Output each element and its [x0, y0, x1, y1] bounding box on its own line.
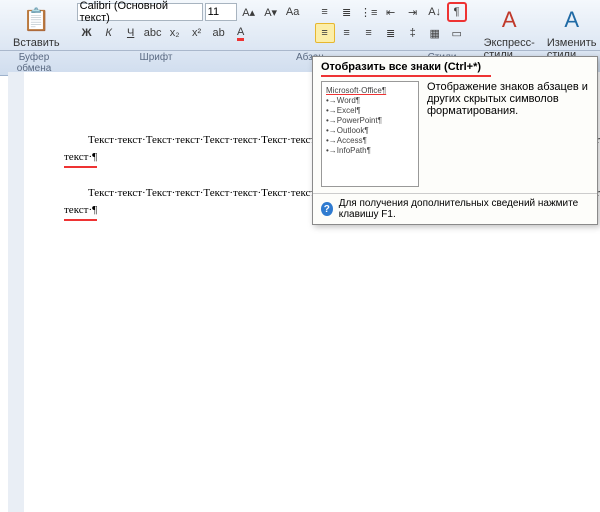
- group-label-clipboard: Буфер обмена: [4, 52, 64, 74]
- line-spacing-icon[interactable]: ‡: [403, 23, 423, 43]
- quick-styles-icon: A: [493, 4, 525, 36]
- grow-font-icon[interactable]: A▴: [239, 2, 259, 22]
- group-clipboard: 📋 Вставить: [4, 2, 69, 51]
- info-icon: ?: [321, 202, 333, 216]
- group-font: Calibri (Основной текст) 11 A▴ A▾ Aa Ж К…: [73, 2, 307, 43]
- clear-format-icon[interactable]: Aa: [283, 2, 303, 22]
- align-center-icon[interactable]: ≡: [337, 23, 357, 43]
- group-styles: A Экспресс-стили A Изменить стили: [475, 2, 600, 63]
- highlight-icon[interactable]: ab: [209, 23, 229, 43]
- paste-label: Вставить: [13, 37, 60, 49]
- group-label-font: Шрифт: [64, 52, 248, 74]
- bullets-icon[interactable]: ≡: [315, 2, 335, 22]
- align-left-icon[interactable]: ≡: [315, 23, 335, 43]
- tooltip-thumbnail: Microsoft·Office¶•→Word¶•→Excel¶•→PowerP…: [321, 81, 419, 187]
- font-name-combo[interactable]: Calibri (Основной текст): [77, 3, 203, 21]
- change-styles-icon: A: [556, 4, 588, 36]
- justify-icon[interactable]: ≣: [381, 23, 401, 43]
- borders-icon[interactable]: ▭: [447, 23, 467, 43]
- tooltip-description: Отображение знаков абзацев и других скры…: [427, 81, 589, 187]
- tooltip-underline: [321, 75, 491, 77]
- shading-icon[interactable]: ▦: [425, 23, 445, 43]
- strike-icon[interactable]: abc: [143, 23, 163, 43]
- font-size-combo[interactable]: 11: [205, 3, 237, 21]
- tooltip-footer: Для получения дополнительных сведений на…: [339, 198, 589, 220]
- italic-icon[interactable]: К: [99, 23, 119, 43]
- change-styles-button[interactable]: A Изменить стили: [542, 2, 600, 63]
- shrink-font-icon[interactable]: A▾: [261, 2, 281, 22]
- paste-icon: 📋: [20, 4, 52, 36]
- indent-dec-icon[interactable]: ⇤: [381, 2, 401, 22]
- tooltip-show-all-marks: Отобразить все знаки (Ctrl+*) Microsoft·…: [312, 56, 598, 225]
- paste-button[interactable]: 📋 Вставить: [8, 2, 65, 51]
- bold-icon[interactable]: Ж: [77, 23, 97, 43]
- indent-inc-icon[interactable]: ⇥: [403, 2, 423, 22]
- align-right-icon[interactable]: ≡: [359, 23, 379, 43]
- tooltip-title: Отобразить все знаки (Ctrl+*): [313, 57, 597, 75]
- numbering-icon[interactable]: ≣: [337, 2, 357, 22]
- show-paragraph-marks-button[interactable]: ¶: [447, 2, 467, 22]
- multilevel-icon[interactable]: ⋮≡: [359, 2, 379, 22]
- superscript-icon[interactable]: x²: [187, 23, 207, 43]
- vertical-ruler[interactable]: [8, 72, 25, 512]
- font-color-icon[interactable]: A: [231, 23, 251, 43]
- sort-icon[interactable]: A↓: [425, 2, 445, 22]
- quick-styles-button[interactable]: A Экспресс-стили: [479, 2, 540, 63]
- subscript-icon[interactable]: x₂: [165, 23, 185, 43]
- underline-icon[interactable]: Ч: [121, 23, 141, 43]
- group-paragraph: ≡ ≣ ⋮≡ ⇤ ⇥ A↓ ¶ ≡ ≡ ≡ ≣ ‡ ▦ ▭: [311, 2, 471, 43]
